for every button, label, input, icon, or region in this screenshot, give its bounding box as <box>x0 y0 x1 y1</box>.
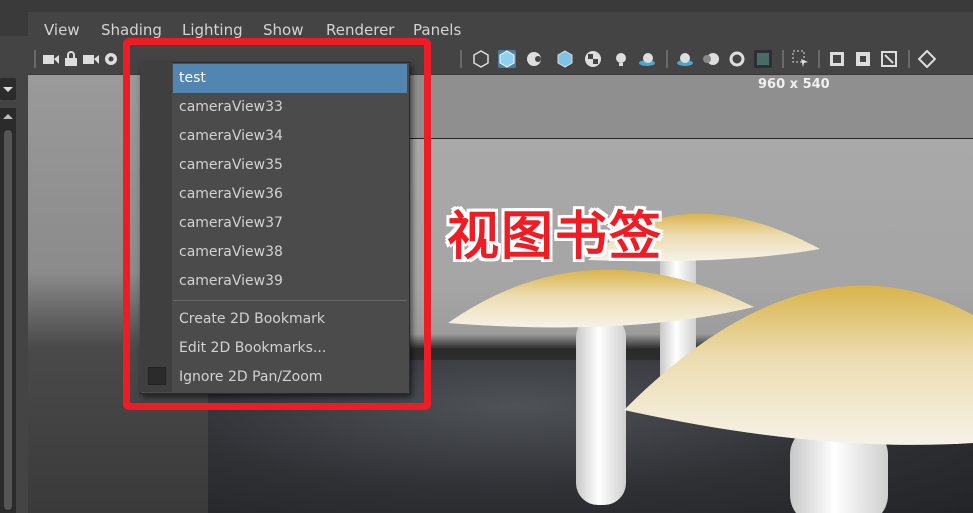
select-camera-icon[interactable] <box>792 50 810 68</box>
menu-lighting[interactable]: Lighting <box>182 21 243 39</box>
camera-icon[interactable] <box>42 50 60 68</box>
toolbar-separator <box>782 50 784 68</box>
toolbar-separator <box>666 50 668 68</box>
camera-attributes-icon[interactable] <box>82 50 100 68</box>
lightbulb-icon[interactable] <box>612 50 630 68</box>
xray-components-icon[interactable] <box>918 50 936 68</box>
motion-blur-icon[interactable] <box>702 50 720 68</box>
annotation-label: 视图书签 <box>447 207 664 267</box>
depth-of-field-icon[interactable] <box>754 50 772 68</box>
xray-joints-icon[interactable] <box>880 50 898 68</box>
shaded-wire-icon[interactable] <box>526 50 544 68</box>
toolbar-separator <box>34 50 36 68</box>
left-side-panel <box>0 0 29 513</box>
smooth-shade-cube-icon[interactable] <box>498 50 516 68</box>
scroll-thumb[interactable] <box>4 130 12 510</box>
shadow-icon[interactable] <box>638 50 656 68</box>
toolbar-separator <box>818 50 820 68</box>
toolbar-separator <box>908 50 910 68</box>
antialias-icon[interactable] <box>728 50 746 68</box>
ambient-occlusion-icon[interactable] <box>676 50 694 68</box>
menu-panels[interactable]: Panels <box>413 21 461 39</box>
xray-icon[interactable] <box>854 50 872 68</box>
toolbar-separator <box>460 50 462 68</box>
checker-icon[interactable] <box>584 50 602 68</box>
menu-view[interactable]: View <box>44 21 80 39</box>
textured-cube-icon[interactable] <box>556 50 574 68</box>
menu-renderer[interactable]: Renderer <box>326 21 394 39</box>
wireframe-cube-icon[interactable] <box>472 50 490 68</box>
gear-icon[interactable] <box>102 50 120 68</box>
isolate-select-icon[interactable] <box>828 50 846 68</box>
menu-show[interactable]: Show <box>263 21 303 39</box>
collapse-dropdown-button[interactable] <box>0 78 16 100</box>
window-top-strip <box>28 0 973 12</box>
left-top-bar <box>0 0 28 36</box>
highlight-frame <box>123 38 431 410</box>
menu-shading[interactable]: Shading <box>101 21 162 39</box>
left-scrollbar[interactable] <box>0 108 16 513</box>
lock-camera-icon[interactable] <box>62 50 80 68</box>
